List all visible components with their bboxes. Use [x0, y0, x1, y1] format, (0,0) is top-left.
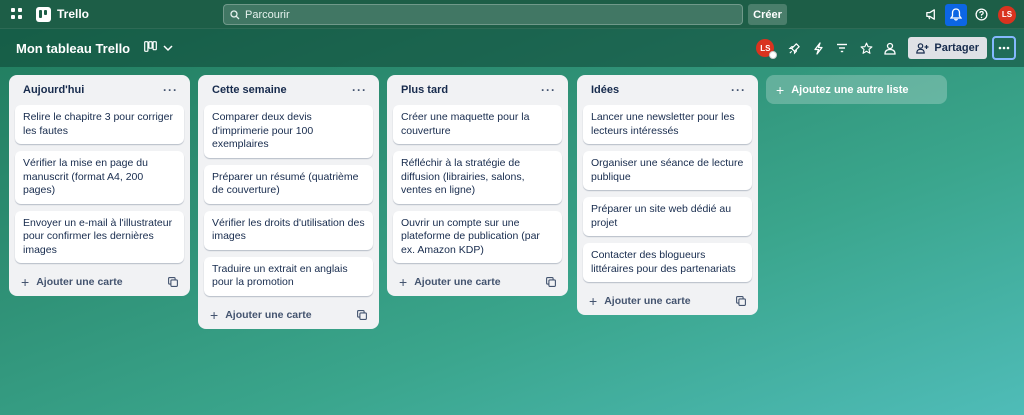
- create-button[interactable]: Créer: [748, 4, 787, 25]
- list-menu-icon[interactable]: ···: [163, 83, 178, 97]
- card[interactable]: Lancer une newsletter pour les lecteurs …: [583, 105, 752, 144]
- card[interactable]: Vérifier la mise en page du manuscrit (f…: [15, 151, 184, 204]
- app-name: Trello: [57, 7, 90, 21]
- list-cette-semaine: Cette semaine ··· Comparer deux devis d'…: [198, 75, 379, 329]
- list-plus-tard: Plus tard ··· Créer une maquette pour la…: [387, 75, 568, 296]
- share-label: Partager: [934, 42, 979, 54]
- add-card-label: Ajouter une carte: [604, 295, 691, 307]
- admin-badge-icon: [769, 51, 778, 59]
- share-button[interactable]: Partager: [908, 37, 987, 59]
- list-title[interactable]: Aujourd'hui: [23, 84, 84, 96]
- card[interactable]: Ouvrir un compte sur une plateforme de p…: [393, 210, 562, 263]
- board-view-icon: [144, 41, 158, 55]
- board-title[interactable]: Mon tableau Trello: [16, 41, 130, 56]
- star-icon[interactable]: [854, 36, 878, 60]
- list-title[interactable]: Idées: [591, 84, 619, 96]
- add-card-label: Ajouter une carte: [225, 308, 312, 321]
- view-switcher[interactable]: [144, 41, 173, 55]
- add-card-label: Ajouter une carte: [414, 276, 501, 288]
- card[interactable]: Traduire un extrait en anglais pour la p…: [204, 256, 373, 296]
- plus-icon: +: [399, 274, 408, 290]
- chevron-down-icon: [163, 41, 173, 55]
- filter-icon[interactable]: [830, 36, 854, 60]
- more-dots-icon: [998, 46, 1010, 50]
- board-member-avatar[interactable]: LS: [756, 39, 778, 59]
- card[interactable]: Contacter des blogueurs littéraires pour…: [583, 243, 752, 282]
- rocket-icon[interactable]: [782, 36, 806, 60]
- list-aujourdhui: Aujourd'hui ··· Relire le chapitre 3 pou…: [9, 75, 190, 296]
- bell-icon[interactable]: [945, 3, 967, 26]
- card[interactable]: Organiser une séance de lecture publique: [583, 151, 752, 190]
- megaphone-icon[interactable]: [920, 4, 942, 26]
- list-menu-icon[interactable]: ···: [352, 83, 367, 97]
- app-switcher-icon[interactable]: [8, 5, 26, 23]
- search-input[interactable]: Parcourir: [223, 4, 743, 25]
- card[interactable]: Relire le chapitre 3 pour corriger les f…: [15, 105, 184, 144]
- board-header: Mon tableau Trello LS Partager: [0, 29, 1024, 67]
- card-template-icon[interactable]: [357, 309, 367, 320]
- list-menu-icon[interactable]: ···: [541, 83, 556, 97]
- members-visibility-icon[interactable]: [878, 36, 902, 60]
- list-title[interactable]: Plus tard: [401, 84, 448, 96]
- automation-bolt-icon[interactable]: [806, 36, 830, 60]
- user-avatar[interactable]: LS: [998, 5, 1016, 24]
- add-card-button[interactable]: + Ajouter une carte: [21, 274, 123, 290]
- add-card-button[interactable]: + Ajouter une carte: [589, 293, 691, 309]
- plus-icon: +: [589, 293, 598, 309]
- list-menu-icon[interactable]: ···: [731, 83, 746, 97]
- board-menu-button[interactable]: [992, 36, 1016, 60]
- plus-icon: +: [776, 81, 785, 98]
- card[interactable]: Préparer un résumé (quatrième de couvert…: [204, 164, 373, 204]
- trello-logo[interactable]: Trello: [36, 6, 90, 22]
- help-icon[interactable]: [970, 4, 992, 26]
- plus-icon: +: [210, 306, 219, 323]
- card-template-icon[interactable]: [546, 277, 556, 287]
- plus-icon: +: [21, 274, 30, 290]
- card-template-icon[interactable]: [736, 296, 746, 306]
- card[interactable]: Préparer un site web dédié au projet: [583, 197, 752, 236]
- search-placeholder: Parcourir: [245, 8, 290, 21]
- add-card-button[interactable]: + Ajouter une carte: [210, 307, 312, 323]
- card[interactable]: Comparer deux devis d'imprimerie pour 10…: [204, 105, 373, 158]
- add-card-label: Ajouter une carte: [36, 276, 123, 288]
- card[interactable]: Créer une maquette pour la couverture: [393, 105, 562, 144]
- add-list-label: Ajoutez une autre liste: [791, 83, 909, 96]
- add-card-button[interactable]: + Ajouter une carte: [399, 274, 501, 290]
- add-person-icon: [916, 42, 929, 54]
- list-title[interactable]: Cette semaine: [212, 84, 287, 96]
- card[interactable]: Envoyer un e-mail à l'illustrateur pour …: [15, 210, 184, 263]
- trello-logo-icon: [36, 6, 51, 22]
- search-icon: [230, 9, 240, 20]
- list-idees: Idées ··· Lancer une newsletter pour les…: [577, 75, 758, 315]
- card[interactable]: Réfléchir à la stratégie de diffusion (l…: [393, 151, 562, 204]
- card[interactable]: Vérifier les droits d'utilisation des im…: [204, 210, 373, 250]
- add-list-button[interactable]: + Ajoutez une autre liste: [766, 75, 947, 104]
- top-navigation-bar: Trello Parcourir Créer LS: [0, 0, 1024, 29]
- card-template-icon[interactable]: [168, 277, 178, 287]
